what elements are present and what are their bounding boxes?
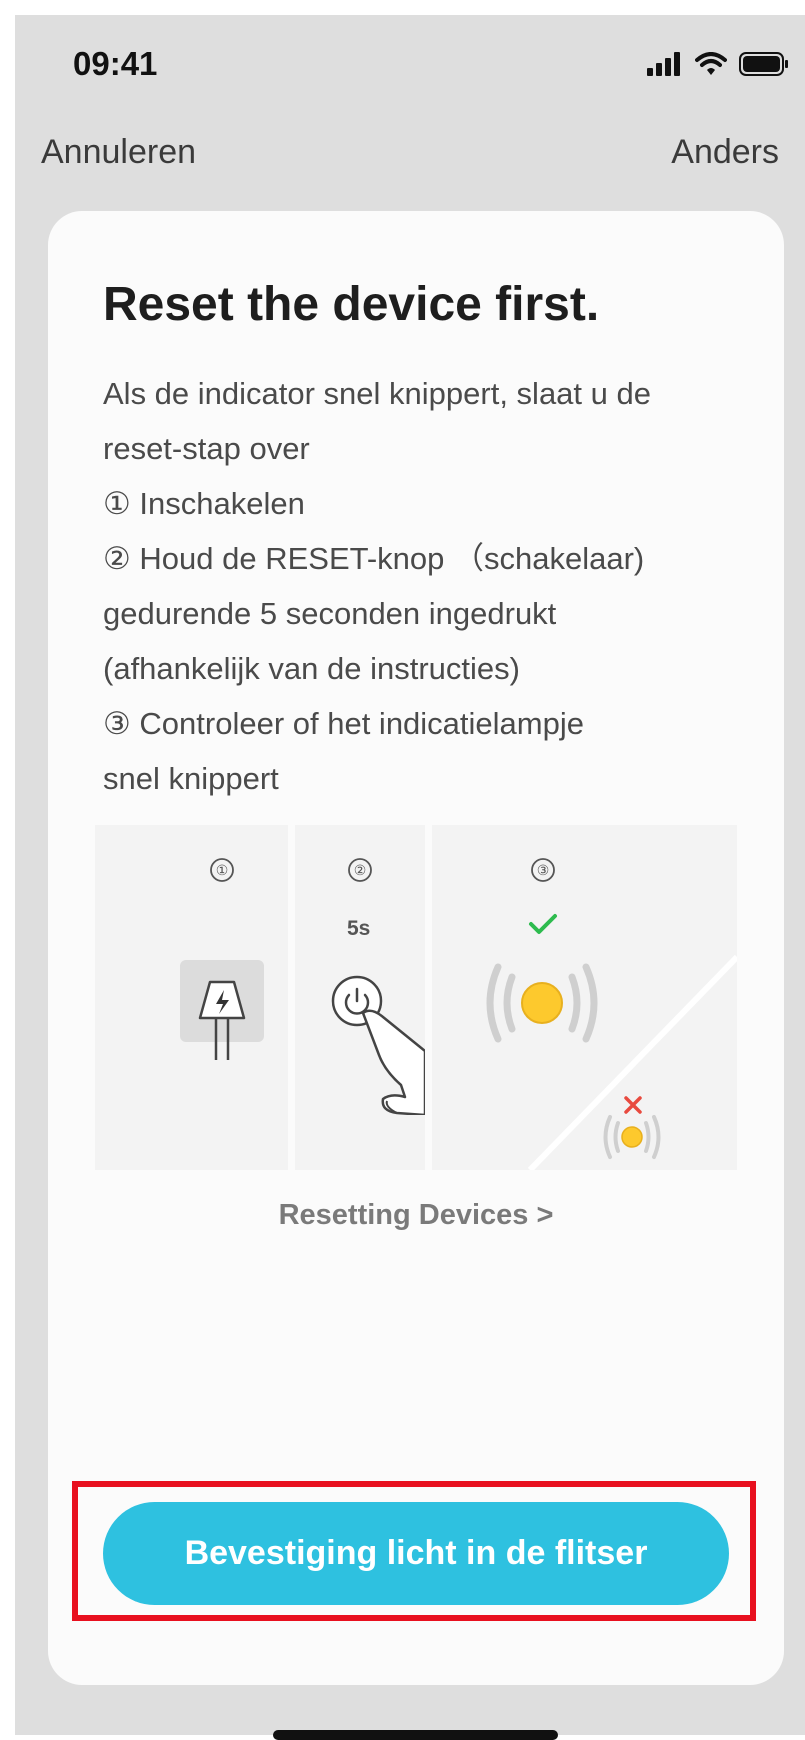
press-duration: 5s: [347, 917, 371, 940]
step-2-panel: ② 5s: [295, 825, 425, 1170]
home-indicator: [273, 1730, 558, 1740]
instruction-line: reset-stap over: [103, 431, 310, 466]
instructions: Als de indicator snel knippert, slaat u …: [103, 366, 743, 806]
step-1-panel: ①: [95, 825, 288, 1170]
divider-diagonal: [527, 954, 737, 1170]
screen: 09:41 Annuleren Anders Reset the device …: [15, 15, 805, 1740]
status-icons: [647, 49, 789, 79]
pointing-hand-icon: [361, 1009, 425, 1115]
instruction-line: Als de indicator snel knippert, slaat u …: [103, 376, 651, 411]
battery-icon: [739, 52, 788, 76]
card-title: Reset the device first.: [103, 278, 600, 331]
step-2-number: ②: [348, 858, 372, 882]
plug-power-icon: [180, 960, 264, 1060]
instruction-line: ② Houd de RESET-knop （schakelaar): [103, 541, 645, 576]
step-1-number: ①: [210, 858, 234, 882]
cross-icon: [624, 1096, 642, 1114]
instruction-line: ① Inschakelen: [103, 486, 305, 521]
other-button[interactable]: Anders: [671, 133, 779, 172]
step-3-panel: ③: [432, 825, 737, 1170]
status-time: 09:41: [73, 45, 158, 82]
confirm-light-flashing-button[interactable]: Bevestiging licht in de flitser: [103, 1502, 729, 1605]
instruction-line: ③ Controleer of het indicatielampje: [103, 706, 584, 741]
step-1-label: ①: [216, 862, 229, 878]
cancel-button[interactable]: Annuleren: [41, 133, 196, 172]
instruction-line: snel knippert: [103, 761, 279, 796]
status-bar: 09:41: [15, 15, 805, 95]
slow-light-icon: [603, 1115, 661, 1159]
resetting-devices-link[interactable]: Resetting Devices >: [48, 1199, 784, 1232]
step-2-label: ②: [354, 862, 367, 878]
instruction-line: gedurende 5 seconden ingedrukt: [103, 596, 557, 631]
signal-icon: [647, 52, 680, 76]
reset-card: Reset the device first. Als de indicator…: [48, 211, 784, 1685]
nav-bar: Annuleren Anders: [15, 133, 805, 193]
reset-illustration: ① ② 5s ③: [95, 825, 737, 1170]
wifi-icon: [695, 52, 727, 75]
instruction-line: (afhankelijk van de instructies): [103, 651, 520, 686]
